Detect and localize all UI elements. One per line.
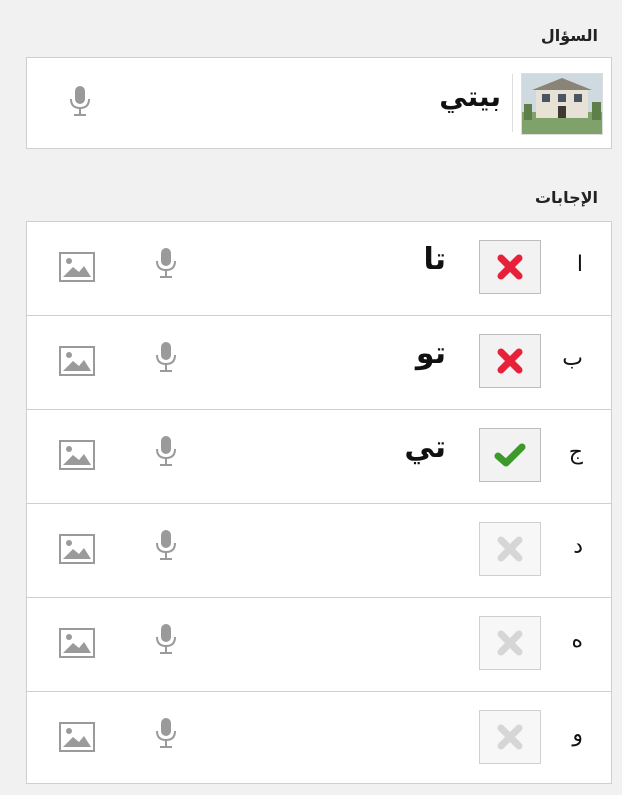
question-panel: السؤال بيتي الإجابات ا تا ب تو ج تي د ه … <box>6 2 620 795</box>
answer-row: ا تا <box>27 222 611 316</box>
microphone-icon <box>70 86 90 116</box>
microphone-icon <box>156 530 176 560</box>
question-image[interactable] <box>521 73 603 135</box>
answer-image-icon[interactable] <box>59 440 95 470</box>
microphone-icon <box>156 436 176 466</box>
question-divider <box>512 74 513 132</box>
answer-letter: ا <box>576 252 583 277</box>
answer-mic-icon[interactable] <box>153 716 179 752</box>
answer-mic-icon[interactable] <box>153 528 179 564</box>
image-icon <box>59 722 95 752</box>
answer-status-button[interactable] <box>479 240 541 294</box>
answer-image-icon[interactable] <box>59 346 95 376</box>
question-mic-icon[interactable] <box>67 84 93 120</box>
x-mark-icon <box>497 348 523 374</box>
answer-status-button[interactable] <box>479 522 541 576</box>
answer-text[interactable]: تا <box>423 242 446 277</box>
answers-list: ا تا ب تو ج تي د ه و <box>26 221 612 784</box>
answer-row: و <box>27 692 611 783</box>
x-mark-icon <box>497 536 523 562</box>
answer-letter: د <box>573 534 583 559</box>
image-icon <box>59 440 95 470</box>
answer-mic-icon[interactable] <box>153 622 179 658</box>
x-mark-icon <box>497 724 523 750</box>
answer-image-icon[interactable] <box>59 252 95 282</box>
microphone-icon <box>156 248 176 278</box>
answer-status-button[interactable] <box>479 428 541 482</box>
answer-status-button[interactable] <box>479 710 541 764</box>
image-icon <box>59 252 95 282</box>
answer-row: ب تو <box>27 316 611 410</box>
answer-text[interactable]: تي <box>404 430 446 465</box>
answers-section-title: الإجابات <box>534 188 598 207</box>
answer-row: د <box>27 504 611 598</box>
question-box: بيتي <box>26 57 612 149</box>
image-icon <box>59 346 95 376</box>
answer-image-icon[interactable] <box>59 534 95 564</box>
answer-image-icon[interactable] <box>59 628 95 658</box>
answer-mic-icon[interactable] <box>153 340 179 376</box>
x-mark-icon <box>497 254 523 280</box>
answer-status-button[interactable] <box>479 334 541 388</box>
check-mark-icon <box>494 443 526 467</box>
question-text: بيتي <box>439 80 501 113</box>
answer-letter: ج <box>568 440 583 465</box>
answer-text[interactable]: تو <box>416 336 446 371</box>
image-icon <box>59 534 95 564</box>
x-mark-icon <box>497 630 523 656</box>
answer-row: ج تي <box>27 410 611 504</box>
microphone-icon <box>156 342 176 372</box>
answer-image-icon[interactable] <box>59 722 95 752</box>
answer-row: ه <box>27 598 611 692</box>
answer-status-button[interactable] <box>479 616 541 670</box>
answer-letter: ه <box>571 628 583 653</box>
image-icon <box>59 628 95 658</box>
house-thumbnail <box>522 74 602 134</box>
answer-letter: و <box>572 722 583 747</box>
answer-mic-icon[interactable] <box>153 434 179 470</box>
microphone-icon <box>156 718 176 748</box>
answer-letter: ب <box>562 346 583 371</box>
answer-mic-icon[interactable] <box>153 246 179 282</box>
microphone-icon <box>156 624 176 654</box>
question-section-title: السؤال <box>540 26 598 45</box>
